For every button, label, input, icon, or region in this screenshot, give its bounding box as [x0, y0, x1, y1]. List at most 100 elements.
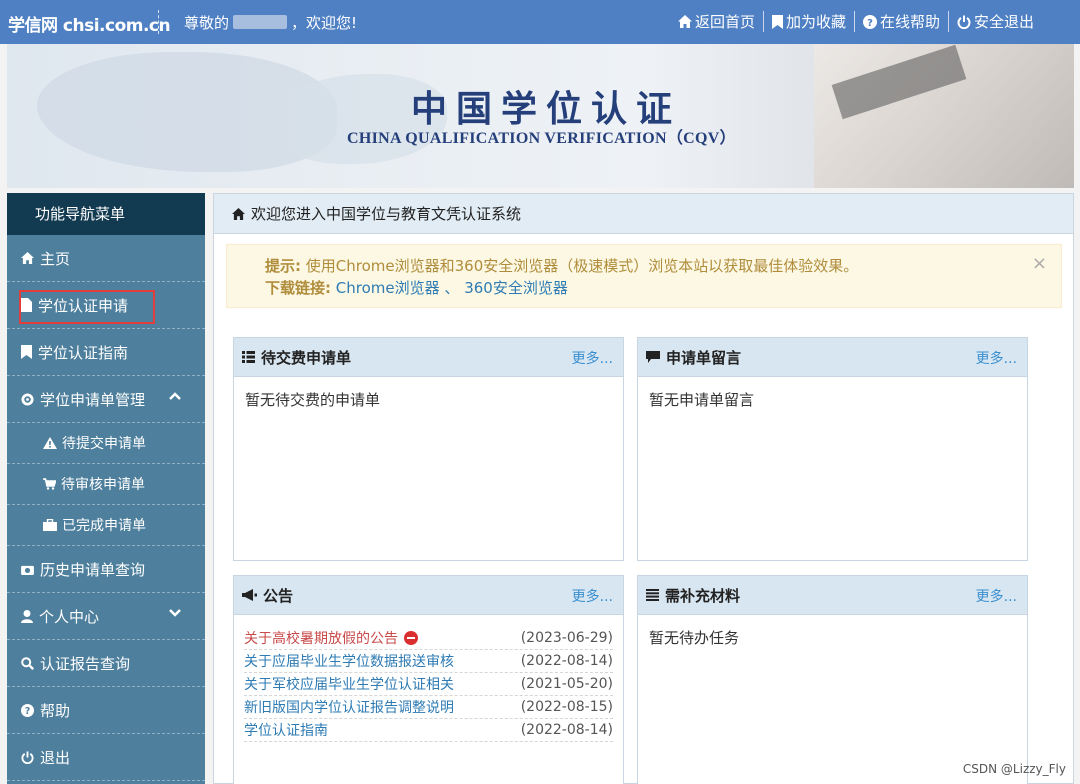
- sidebar-item-history[interactable]: 历史申请单查询: [7, 546, 205, 593]
- sidebar-item-manage[interactable]: 学位申请单管理: [7, 376, 205, 423]
- close-icon[interactable]: ×: [1032, 253, 1047, 275]
- sidebar-item-home[interactable]: 主页: [7, 235, 205, 282]
- sidebar-item-label: 历史申请单查询: [40, 560, 146, 579]
- power-icon: [21, 750, 34, 764]
- main-content: 欢迎您进入中国学位与教育文凭认证系统 提示: 使用Chrome浏览器和360安全…: [213, 193, 1074, 784]
- document-icon: [21, 298, 32, 312]
- masked-username: [233, 15, 288, 29]
- logout-link-label: 安全退出: [973, 13, 1034, 31]
- panel-header: 待交费申请单 更多...: [234, 338, 623, 377]
- more-link[interactable]: 更多...: [572, 348, 613, 368]
- notices-panel: 公告 更多... 关于高校暑期放假的公告 (2023-06-29) 关于应届毕业…: [233, 575, 624, 784]
- sidebar-item-guide[interactable]: 学位认证指南: [7, 329, 205, 376]
- chevron-up-icon[interactable]: [169, 392, 181, 400]
- notice-item[interactable]: 关于军校应届毕业生学位认证相关 (2021-05-20): [244, 673, 613, 696]
- sidebar-item-label: 主页: [40, 249, 71, 268]
- home-icon: [21, 252, 34, 264]
- home-link[interactable]: 返回首页: [670, 11, 763, 32]
- sidebar: 功能导航菜单 主页 学位认证申请 学位认证指南 学位申请单管理 待提交申请单 待…: [7, 193, 205, 784]
- panel-title: 申请单留言: [666, 348, 742, 367]
- notice-title[interactable]: 关于应届毕业生学位数据报送审核: [244, 651, 454, 671]
- svg-text:?: ?: [25, 706, 30, 717]
- camera-icon: [21, 565, 34, 575]
- panel-title: 需补充材料: [665, 586, 741, 605]
- site-logo[interactable]: 学信网 chsi.com.cn: [8, 11, 171, 36]
- logout-link[interactable]: 安全退出: [947, 11, 1042, 32]
- sidebar-item-apply[interactable]: 学位认证申请: [7, 282, 205, 329]
- panel-title: 公告: [263, 586, 294, 605]
- notice-item[interactable]: 关于应届毕业生学位数据报送审核 (2022-08-14): [244, 650, 613, 673]
- bookmark-link-label: 加为收藏: [785, 13, 846, 31]
- sidebar-item-help[interactable]: ? 帮助: [7, 687, 205, 734]
- greeting-prefix: 尊敬的: [184, 14, 230, 32]
- sidebar-subitem-pending-review[interactable]: 待审核申请单: [7, 464, 205, 505]
- notice-item[interactable]: 学位认证指南 (2022-08-14): [244, 719, 613, 742]
- tip-label: 提示:: [265, 257, 301, 275]
- sidebar-item-logout[interactable]: 退出: [7, 734, 205, 781]
- sidebar-item-label: 学位申请单管理: [40, 390, 146, 409]
- megaphone-icon: [242, 589, 257, 601]
- notice-list: 关于高校暑期放假的公告 (2023-06-29) 关于应届毕业生学位数据报送审核…: [234, 615, 623, 742]
- greeting-suffix: ，欢迎您!: [291, 14, 358, 32]
- more-link[interactable]: 更多...: [976, 348, 1017, 368]
- tip-text: 使用Chrome浏览器和360安全浏览器（极速模式）浏览本站以获取最佳体验效果。: [305, 257, 859, 275]
- no-entry-icon: [404, 631, 418, 645]
- panel-header: 申请单留言 更多...: [638, 338, 1027, 377]
- download-separator: 、: [444, 279, 460, 297]
- notice-date: (2022-08-14): [520, 722, 613, 738]
- chevron-down-icon[interactable]: [169, 609, 181, 617]
- browser360-download-link[interactable]: 360安全浏览器: [464, 279, 568, 297]
- bookmark-link[interactable]: 加为收藏: [762, 11, 854, 32]
- materials-panel: 需补充材料 更多... 暂无待办任务: [637, 575, 1028, 784]
- question-icon: ?: [862, 14, 877, 29]
- svg-text:?: ?: [867, 18, 873, 29]
- sidebar-item-personal[interactable]: 个人中心: [7, 593, 205, 640]
- empty-message: 暂无待交费的申请单: [245, 391, 381, 409]
- home-icon: [677, 15, 692, 28]
- banner: 中国学位认证 CHINA QUALIFICATION VERIFICATION（…: [7, 44, 1074, 188]
- sidebar-item-label: 学位认证申请: [38, 296, 129, 315]
- notice-date: (2023-06-29): [520, 630, 613, 646]
- main-header-title: 欢迎您进入中国学位与教育文凭认证系统: [251, 205, 522, 223]
- messages-panel: 申请单留言 更多... 暂无申请单留言: [637, 337, 1028, 561]
- gear-icon: [21, 392, 34, 406]
- sidebar-item-label: 帮助: [40, 701, 71, 720]
- main-header: 欢迎您进入中国学位与教育文凭认证系统: [214, 194, 1073, 234]
- power-icon: [957, 15, 971, 29]
- watermark: CSDN @Lizzy_Fly: [962, 762, 1066, 776]
- notice-title[interactable]: 新旧版国内学位认证报告调整说明: [244, 697, 454, 717]
- sidebar-subitem-label: 已完成申请单: [62, 518, 146, 534]
- empty-message: 暂无待办任务: [649, 629, 740, 647]
- notice-title[interactable]: 关于高校暑期放假的公告: [244, 628, 398, 648]
- notice-item[interactable]: 关于高校暑期放假的公告 (2023-06-29): [244, 627, 613, 650]
- notice-date: (2022-08-14): [520, 653, 613, 669]
- bookmark-icon: [771, 14, 783, 29]
- more-link[interactable]: 更多...: [572, 586, 613, 606]
- empty-message: 暂无申请单留言: [649, 391, 755, 409]
- help-link[interactable]: ? 在线帮助: [853, 11, 948, 32]
- notice-title[interactable]: 关于军校应届毕业生学位认证相关: [244, 674, 454, 694]
- sidebar-item-report[interactable]: 认证报告查询: [7, 640, 205, 687]
- sidebar-subitem-completed[interactable]: 已完成申请单: [7, 505, 205, 546]
- top-nav: 返回首页 加为收藏 ? 在线帮助 安全退出: [670, 11, 1042, 32]
- home-link-label: 返回首页: [694, 13, 755, 31]
- browser-tip-alert: 提示: 使用Chrome浏览器和360安全浏览器（极速模式）浏览本站以获取最佳体…: [226, 244, 1062, 308]
- search-icon: [21, 656, 34, 670]
- notice-title[interactable]: 学位认证指南: [244, 720, 328, 740]
- tip-line: 提示: 使用Chrome浏览器和360安全浏览器（极速模式）浏览本站以获取最佳体…: [265, 255, 1061, 277]
- logo-divider: [158, 10, 159, 34]
- banner-subtitle: CHINA QUALIFICATION VERIFICATION（CQV）: [347, 130, 736, 147]
- notice-item[interactable]: 新旧版国内学位认证报告调整说明 (2022-08-15): [244, 696, 613, 719]
- sidebar-item-label: 认证报告查询: [40, 654, 131, 673]
- panel-header: 需补充材料 更多...: [638, 576, 1027, 615]
- sidebar-subitem-pending-submit[interactable]: 待提交申请单: [7, 423, 205, 464]
- user-icon: [21, 609, 33, 623]
- greeting: 尊敬的 ，欢迎您!: [184, 12, 357, 33]
- sidebar-subitem-label: 待审核申请单: [61, 477, 145, 493]
- home-icon: [232, 207, 245, 220]
- notice-date: (2021-05-20): [520, 676, 613, 692]
- sidebar-header: 功能导航菜单: [7, 193, 205, 235]
- chrome-download-link[interactable]: Chrome浏览器: [336, 279, 440, 297]
- sidebar-item-label: 个人中心: [39, 607, 100, 626]
- more-link[interactable]: 更多...: [976, 586, 1017, 606]
